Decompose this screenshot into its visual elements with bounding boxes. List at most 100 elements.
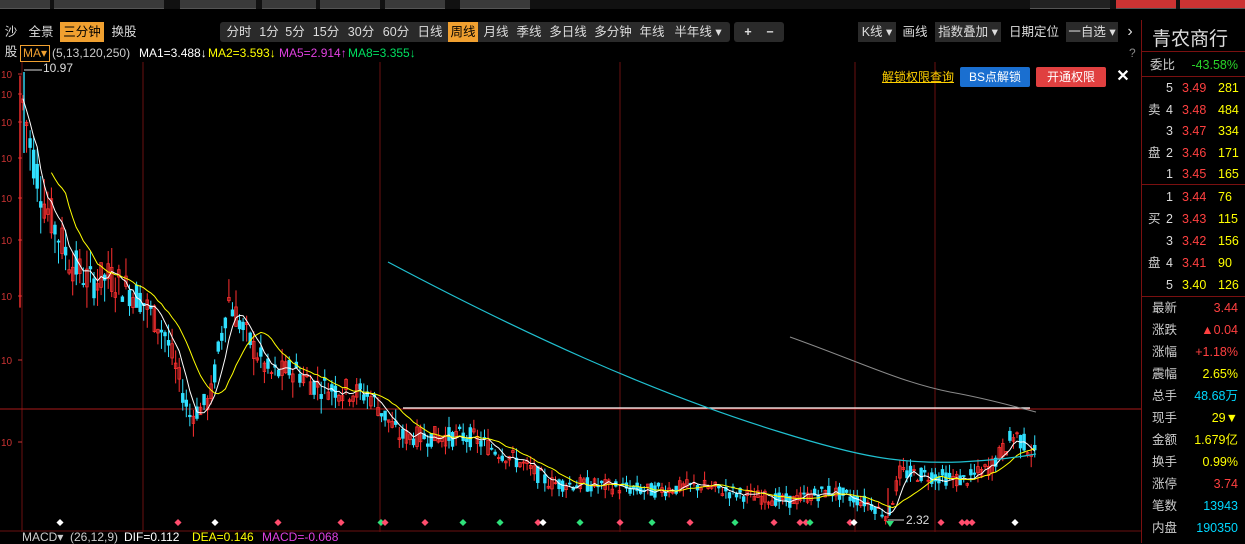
- y-tick-label: 10: [1, 154, 13, 165]
- period-multiday[interactable]: 多日线: [547, 22, 589, 42]
- candle-body: [560, 480, 565, 492]
- sell-level-num: 3: [1166, 124, 1173, 138]
- candle-body: [39, 201, 43, 208]
- period-yearly[interactable]: 年线: [637, 22, 667, 42]
- sell-price: 3.45: [1182, 167, 1207, 181]
- stat-label: 涨幅: [1152, 345, 1178, 359]
- candle-body: [230, 309, 235, 317]
- macd-selector[interactable]: MACD▾: [22, 531, 63, 543]
- sell-level-row[interactable]: 4 3.48 484 卖: [1142, 99, 1245, 121]
- stat-row: 最新 3.44: [1142, 297, 1245, 319]
- ratio-label: 委比: [1150, 58, 1176, 72]
- bs-unlock-button[interactable]: BS点解锁: [960, 67, 1030, 87]
- buy-level-num: 5: [1166, 278, 1173, 292]
- signal-diamond-icon: [806, 518, 814, 527]
- buy-level-row[interactable]: 3 3.42 156: [1142, 230, 1245, 252]
- sell-level-row[interactable]: 1 3.45 165: [1142, 163, 1245, 185]
- zoom-out-button[interactable]: −: [760, 22, 780, 42]
- signal-diamond-icon: [174, 518, 182, 527]
- stat-row: 现手 29▼: [1142, 407, 1245, 429]
- tab-three-minute[interactable]: 三分钟: [60, 22, 104, 42]
- close-icon[interactable]: ✕: [1112, 67, 1134, 87]
- candle-body: [947, 472, 952, 478]
- period-halfyear-dropdown[interactable]: 半年线 ▾: [670, 22, 726, 42]
- dif-value: DIF=0.112: [124, 530, 180, 544]
- candle-body: [379, 413, 384, 417]
- candle-body: [241, 321, 245, 331]
- signal-diamond-icon: [539, 518, 547, 527]
- candle-body: [844, 489, 849, 493]
- sell-level-row[interactable]: 5 3.49 281: [1142, 77, 1245, 99]
- candle-body: [237, 320, 242, 330]
- help-icon[interactable]: ?: [1129, 44, 1136, 62]
- candle-body: [493, 451, 497, 455]
- buy-price: 3.42: [1182, 234, 1207, 248]
- candle-body: [958, 475, 962, 486]
- candle-body: [674, 485, 678, 494]
- signal-diamond-icon: [937, 518, 945, 527]
- ma2-value: MA2=3.593↓: [208, 46, 276, 60]
- draw-line-button[interactable]: 画线: [900, 22, 930, 42]
- candle-body: [63, 246, 68, 256]
- buy-level-row[interactable]: 5 3.40 126: [1142, 274, 1245, 296]
- zoom-in-button[interactable]: +: [738, 22, 758, 42]
- unlock-query-link[interactable]: 解锁权限查询: [878, 67, 958, 87]
- period-15min[interactable]: 15分: [310, 22, 342, 42]
- macd-value: MACD=-0.068: [262, 530, 339, 544]
- period-quarterly[interactable]: 季线: [514, 22, 544, 42]
- top-menu-strip: [0, 0, 1245, 9]
- stat-row: 涨停 3.74: [1142, 473, 1245, 495]
- sell-price: 3.49: [1182, 81, 1207, 95]
- period-fenshi[interactable]: 分时: [222, 22, 256, 42]
- index-overlay-dropdown[interactable]: 指数叠加 ▾: [935, 22, 1001, 42]
- stat-row: 涨幅 +1.18%: [1142, 341, 1245, 363]
- candle-body: [465, 438, 469, 442]
- period-daily[interactable]: 日线: [415, 22, 445, 42]
- buy-price: 3.41: [1182, 256, 1207, 270]
- period-monthly[interactable]: 月线: [481, 22, 511, 42]
- candle-body: [383, 410, 387, 421]
- stat-label: 震幅: [1152, 367, 1178, 381]
- watchlist-dropdown[interactable]: 一自选 ▾: [1066, 22, 1118, 42]
- buy-level-row[interactable]: 4 3.41 90 盘: [1142, 252, 1245, 274]
- tab-shagu[interactable]: 沙股: [0, 22, 22, 59]
- date-locate-button[interactable]: 日期定位: [1006, 22, 1062, 42]
- sell-level-num: 2: [1166, 145, 1173, 160]
- ma-info-bar: MA▾ (5,13,120,250) MA1=3.488↓ MA2=3.593↓…: [0, 44, 1141, 62]
- buy-level-row[interactable]: 2 3.43 115 买: [1142, 208, 1245, 230]
- ma-selector[interactable]: MA▾: [20, 45, 51, 62]
- candle-body: [358, 383, 362, 390]
- tab-switch-stock[interactable]: 换股: [107, 22, 141, 42]
- candle-body: [159, 329, 164, 333]
- sell-volume: 334: [1218, 124, 1239, 138]
- stock-name: 青农商行: [1152, 29, 1229, 50]
- candle-body: [362, 394, 366, 401]
- sell-level-row[interactable]: 2 3.46 171 盘: [1142, 142, 1245, 164]
- low-price-label: 2.32: [906, 513, 930, 527]
- period-weekly[interactable]: 周线: [448, 22, 478, 42]
- tab-panorama[interactable]: 全景: [25, 22, 57, 42]
- period-60min[interactable]: 60分: [380, 22, 412, 42]
- sell-level-row[interactable]: 3 3.47 334: [1142, 120, 1245, 142]
- chart-toolbar: 沙股 全景 三分钟 换股 分时 1分 5分 15分 30分 60分 日线 周线 …: [0, 20, 1141, 59]
- period-5min[interactable]: 5分: [282, 22, 308, 42]
- buy-price: 3.40: [1182, 278, 1207, 292]
- period-1min[interactable]: 1分: [257, 22, 281, 42]
- signal-diamond-icon: [211, 518, 219, 527]
- candle-body: [56, 240, 61, 243]
- more-arrow-icon[interactable]: ›: [1120, 22, 1140, 42]
- high-price-label: 10.97: [43, 62, 73, 75]
- signal-diamond-icon: [576, 518, 584, 527]
- stat-row: 金额 1.679亿: [1142, 429, 1245, 451]
- stat-value: 1.679亿: [1194, 433, 1238, 447]
- stat-label: 涨跌: [1152, 323, 1178, 337]
- divider: [1142, 51, 1245, 52]
- candle-body: [944, 472, 948, 486]
- kline-dropdown[interactable]: K线 ▾: [858, 22, 896, 42]
- kline-chart[interactable]: 10 10 10 10 10 10 10 10 10 10.97 2.32: [0, 61, 1141, 532]
- period-30min[interactable]: 30分: [345, 22, 377, 42]
- period-multimin[interactable]: 多分钟: [592, 22, 634, 42]
- buy-level-row[interactable]: 1 3.44 76: [1142, 186, 1245, 208]
- open-permission-button[interactable]: 开通权限: [1036, 67, 1106, 87]
- candle-body: [734, 493, 739, 498]
